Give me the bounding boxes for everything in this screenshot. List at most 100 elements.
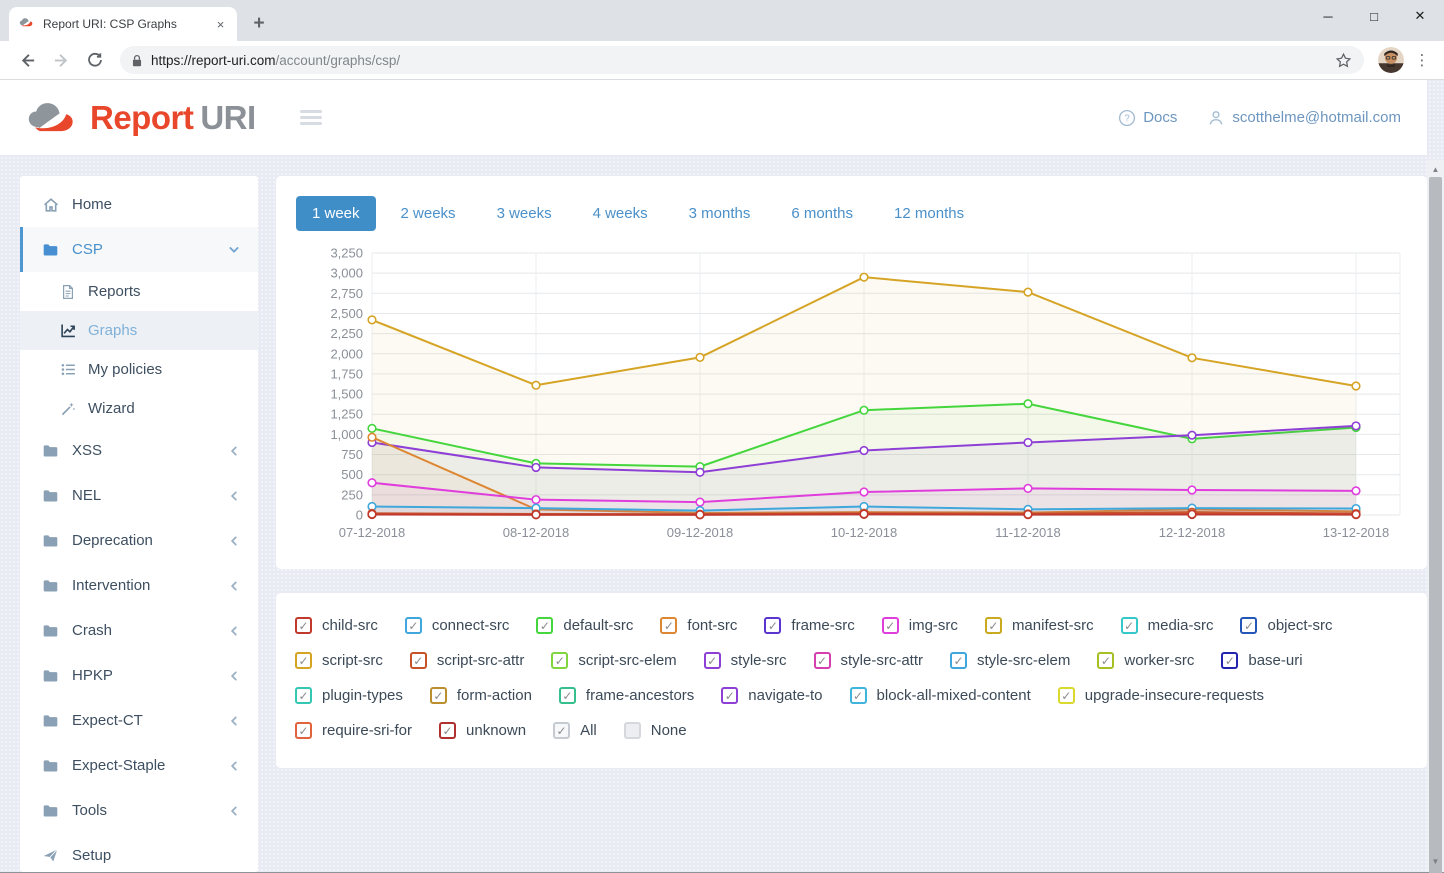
hamburger-menu-icon[interactable] <box>294 104 328 131</box>
back-icon[interactable] <box>13 46 41 74</box>
sidebar-item-wizard[interactable]: Wizard <box>20 389 258 428</box>
profile-avatar[interactable] <box>1378 47 1404 73</box>
reload-icon[interactable] <box>81 46 109 74</box>
checkbox-script-src-attr[interactable]: ✓ <box>410 652 427 669</box>
browser-menu-icon[interactable]: ⋮ <box>1410 48 1434 72</box>
checkbox-upgrade-insecure-requests[interactable]: ✓ <box>1058 687 1075 704</box>
directive-toggle-all[interactable]: ✓All <box>553 722 597 739</box>
directive-toggle-style-src-elem[interactable]: ✓style-src-elem <box>950 652 1070 669</box>
close-button[interactable]: ✕ <box>1397 0 1443 32</box>
checkbox-font-src[interactable]: ✓ <box>660 617 677 634</box>
page-scrollbar[interactable]: ▲ ▼ <box>1427 160 1444 872</box>
directive-toggle-img-src[interactable]: ✓img-src <box>882 617 958 634</box>
checkbox-unknown[interactable]: ✓ <box>439 722 456 739</box>
scroll-down-icon[interactable]: ▼ <box>1427 854 1444 868</box>
docs-link[interactable]: ? Docs <box>1118 109 1177 127</box>
directive-toggle-script-src[interactable]: ✓script-src <box>295 652 383 669</box>
sidebar-item-deprecation[interactable]: Deprecation <box>20 518 258 563</box>
range-tab-12-months[interactable]: 12 months <box>878 196 980 231</box>
folder-icon <box>42 802 60 819</box>
sidebar-item-intervention[interactable]: Intervention <box>20 563 258 608</box>
range-tab-3-months[interactable]: 3 months <box>673 196 767 231</box>
sidebar-item-tools[interactable]: Tools <box>20 788 258 833</box>
sidebar-item-expect-ct[interactable]: Expect-CT <box>20 698 258 743</box>
checkbox-form-action[interactable]: ✓ <box>430 687 447 704</box>
directive-toggle-child-src[interactable]: ✓child-src <box>295 617 378 634</box>
checkbox-default-src[interactable]: ✓ <box>536 617 553 634</box>
reporturi-logo[interactable]: ReportURI <box>26 99 256 137</box>
sidebar-item-csp[interactable]: CSP <box>20 227 258 272</box>
browser-tab[interactable]: Report URI: CSP Graphs × <box>9 7 237 41</box>
sidebar-item-setup[interactable]: Setup <box>20 833 258 872</box>
checkbox-none[interactable] <box>624 722 641 739</box>
checkbox-plugin-types[interactable]: ✓ <box>295 687 312 704</box>
directive-toggle-font-src[interactable]: ✓font-src <box>660 617 737 634</box>
directive-toggle-unknown[interactable]: ✓unknown <box>439 722 526 739</box>
checkbox-worker-src[interactable]: ✓ <box>1097 652 1114 669</box>
directive-toggle-style-src-attr[interactable]: ✓style-src-attr <box>814 652 924 669</box>
checkbox-style-src-attr[interactable]: ✓ <box>814 652 831 669</box>
directive-toggle-frame-ancestors[interactable]: ✓frame-ancestors <box>559 687 694 704</box>
directive-toggle-block-all-mixed-content[interactable]: ✓block-all-mixed-content <box>850 687 1031 704</box>
forward-icon[interactable] <box>47 46 75 74</box>
directive-label: plugin-types <box>322 687 403 704</box>
checkbox-connect-src[interactable]: ✓ <box>405 617 422 634</box>
directive-toggle-form-action[interactable]: ✓form-action <box>430 687 532 704</box>
sidebar-item-home[interactable]: Home <box>20 182 258 227</box>
checkbox-block-all-mixed-content[interactable]: ✓ <box>850 687 867 704</box>
range-tab-4-weeks[interactable]: 4 weeks <box>577 196 664 231</box>
checkbox-manifest-src[interactable]: ✓ <box>985 617 1002 634</box>
tab-close-icon[interactable]: × <box>212 16 229 33</box>
checkbox-base-uri[interactable]: ✓ <box>1221 652 1238 669</box>
range-tab-1-week[interactable]: 1 week <box>296 196 376 231</box>
directive-toggle-upgrade-insecure-requests[interactable]: ✓upgrade-insecure-requests <box>1058 687 1264 704</box>
checkbox-frame-src[interactable]: ✓ <box>764 617 781 634</box>
checkbox-object-src[interactable]: ✓ <box>1240 617 1257 634</box>
scrollbar-thumb[interactable] <box>1429 177 1442 873</box>
checkbox-navigate-to[interactable]: ✓ <box>721 687 738 704</box>
account-link[interactable]: scotthelme@hotmail.com <box>1207 109 1401 127</box>
directive-toggle-manifest-src[interactable]: ✓manifest-src <box>985 617 1094 634</box>
checkbox-child-src[interactable]: ✓ <box>295 617 312 634</box>
sidebar-item-nel[interactable]: NEL <box>20 473 258 518</box>
directive-toggle-connect-src[interactable]: ✓connect-src <box>405 617 510 634</box>
new-tab-button[interactable]: + <box>245 10 273 38</box>
url-bar[interactable]: https://report-uri.com/account/graphs/cs… <box>120 46 1364 74</box>
directive-toggle-script-src-attr[interactable]: ✓script-src-attr <box>410 652 525 669</box>
sidebar-item-graphs[interactable]: Graphs <box>20 311 258 350</box>
directive-toggle-require-sri-for[interactable]: ✓require-sri-for <box>295 722 412 739</box>
bookmark-star-icon[interactable] <box>1335 52 1352 69</box>
sidebar-item-my-policies[interactable]: My policies <box>20 350 258 389</box>
sidebar-item-expect-staple[interactable]: Expect-Staple <box>20 743 258 788</box>
directive-toggle-navigate-to[interactable]: ✓navigate-to <box>721 687 822 704</box>
minimize-button[interactable]: ─ <box>1305 0 1351 32</box>
checkbox-frame-ancestors[interactable]: ✓ <box>559 687 576 704</box>
checkbox-script-src-elem[interactable]: ✓ <box>551 652 568 669</box>
sidebar-item-reports[interactable]: Reports <box>20 272 258 311</box>
checkbox-style-src[interactable]: ✓ <box>704 652 721 669</box>
directive-toggle-script-src-elem[interactable]: ✓script-src-elem <box>551 652 676 669</box>
directive-toggle-none[interactable]: None <box>624 722 687 739</box>
maximize-button[interactable]: □ <box>1351 0 1397 32</box>
directive-toggle-object-src[interactable]: ✓object-src <box>1240 617 1332 634</box>
sidebar-item-crash[interactable]: Crash <box>20 608 258 653</box>
directive-toggle-plugin-types[interactable]: ✓ plugin-types <box>295 687 403 704</box>
checkbox-script-src[interactable]: ✓ <box>295 652 312 669</box>
directive-toggle-worker-src[interactable]: ✓worker-src <box>1097 652 1194 669</box>
checkbox-style-src-elem[interactable]: ✓ <box>950 652 967 669</box>
checkbox-require-sri-for[interactable]: ✓ <box>295 722 312 739</box>
checkbox-media-src[interactable]: ✓ <box>1121 617 1138 634</box>
checkbox-all[interactable]: ✓ <box>553 722 570 739</box>
directive-toggle-base-uri[interactable]: ✓base-uri <box>1221 652 1302 669</box>
directive-toggle-default-src[interactable]: ✓default-src <box>536 617 633 634</box>
directive-toggle-style-src[interactable]: ✓style-src <box>704 652 787 669</box>
sidebar-item-hpkp[interactable]: HPKP <box>20 653 258 698</box>
checkbox-img-src[interactable]: ✓ <box>882 617 899 634</box>
range-tab-2-weeks[interactable]: 2 weeks <box>385 196 472 231</box>
range-tab-6-months[interactable]: 6 months <box>775 196 869 231</box>
sidebar-item-xss[interactable]: XSS <box>20 428 258 473</box>
directive-toggle-frame-src[interactable]: ✓frame-src <box>764 617 854 634</box>
range-tab-3-weeks[interactable]: 3 weeks <box>481 196 568 231</box>
directive-toggle-media-src[interactable]: ✓media-src <box>1121 617 1214 634</box>
scroll-up-icon[interactable]: ▲ <box>1427 162 1444 176</box>
